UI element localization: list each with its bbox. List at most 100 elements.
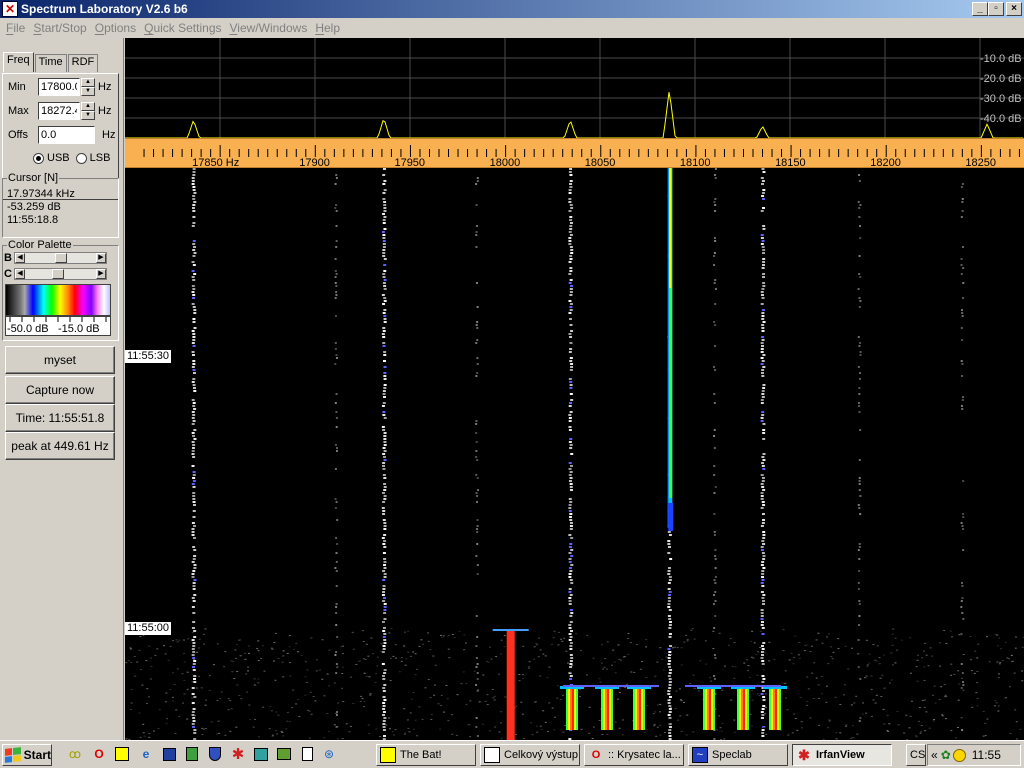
- capture-now-button[interactable]: Capture now: [5, 376, 115, 404]
- task-the-bat[interactable]: The Bat!: [376, 744, 476, 766]
- db-label: -40.0 dB: [980, 113, 1022, 125]
- brightness-slider-row: B ◀ ▶: [4, 251, 107, 265]
- spin-up-icon[interactable]: ▲: [81, 102, 95, 111]
- task-celkovy-vystup[interactable]: Celkový výstup: [480, 744, 580, 766]
- task-label: :: Krysatec la...: [608, 749, 681, 761]
- db-label: -10.0 dB: [980, 53, 1022, 65]
- spectrum-trace: [125, 92, 1023, 138]
- quicklaunch-irfanview-icon[interactable]: ✱: [229, 745, 247, 763]
- quicklaunch-opera-icon[interactable]: O: [90, 745, 108, 763]
- quicklaunch-package-icon[interactable]: [252, 745, 270, 763]
- slider-left-icon[interactable]: ◀: [15, 253, 25, 263]
- min-freq-input[interactable]: [38, 78, 80, 96]
- task-krysatec[interactable]: O :: Krysatec la...: [584, 744, 684, 766]
- time-button[interactable]: Time: 11:55:51.8: [5, 404, 115, 432]
- waterfall[interactable]: [125, 168, 1024, 740]
- quicklaunch-explorer-icon[interactable]: ⊛: [320, 745, 338, 763]
- quicklaunch-frog-icon[interactable]: [275, 745, 293, 763]
- panel-tabs: Freq Time RDF: [3, 52, 99, 72]
- usb-radio[interactable]: USB: [33, 152, 70, 164]
- contrast-slider-row: C ◀ ▶: [4, 267, 107, 281]
- tray-expand-icon[interactable]: «: [931, 748, 938, 762]
- taskbar: Start ꝏ O e ✱ ⊛ The Bat! Celkový výstup …: [0, 740, 1024, 768]
- tab-time[interactable]: Time: [34, 54, 67, 72]
- brightness-label: B: [4, 252, 12, 264]
- quicklaunch-app-icon[interactable]: [183, 745, 201, 763]
- task-label: IrfanView: [816, 749, 865, 761]
- task-overflow[interactable]: CS: [906, 744, 926, 766]
- spin-down-icon[interactable]: ▼: [81, 87, 95, 96]
- offset-input[interactable]: [38, 126, 95, 144]
- menu-quick-settings[interactable]: Quick Settings: [140, 21, 225, 35]
- windows-logo-icon: [5, 747, 21, 763]
- task-irfanview[interactable]: ✱ IrfanView: [792, 744, 892, 766]
- min-freq-spinner[interactable]: ▲ ▼: [81, 78, 95, 96]
- task-speclab[interactable]: ~ Speclab: [688, 744, 788, 766]
- spin-up-icon[interactable]: ▲: [81, 78, 95, 87]
- speclab-icon: ~: [692, 747, 708, 763]
- spin-down-icon[interactable]: ▼: [81, 111, 95, 120]
- db-label: -20.0 dB: [980, 73, 1022, 85]
- close-button[interactable]: ×: [1006, 2, 1022, 16]
- quicklaunch-glasses-icon[interactable]: ꝏ: [66, 745, 84, 763]
- quicklaunch-ie-icon[interactable]: e: [137, 745, 155, 763]
- start-button[interactable]: Start: [2, 744, 52, 766]
- spectrum-display[interactable]: -10.0 dB -20.0 dB -30.0 dB -40.0 dB 17850 H…: [125, 38, 1024, 740]
- maximize-button[interactable]: ▫: [988, 2, 1004, 16]
- tab-rdf[interactable]: RDF: [67, 54, 99, 72]
- tab-freq[interactable]: Freq: [3, 52, 34, 72]
- lsb-radio[interactable]: LSB: [75, 152, 111, 164]
- contrast-label: C: [4, 268, 12, 280]
- tray-network-icon[interactable]: ✿: [941, 748, 951, 762]
- brightness-thumb[interactable]: [54, 253, 67, 263]
- tray-clock[interactable]: 11:55: [972, 748, 1001, 762]
- minimize-button[interactable]: _: [972, 2, 988, 16]
- min-freq-label: Min: [8, 81, 26, 93]
- menu-file[interactable]: File: [2, 21, 29, 35]
- radio-selected-icon: [33, 152, 44, 164]
- waterfall-timestamp: 11:55:30: [125, 350, 172, 363]
- cursor-level: -53.259 dB: [7, 201, 61, 213]
- task-label: Celkový výstup: [504, 749, 578, 761]
- frequency-axis[interactable]: 17850 Hz 17900 17950 18000 18050 18100 18150 18…: [125, 138, 1024, 169]
- quicklaunch-save-icon[interactable]: [160, 745, 178, 763]
- slider-left-icon[interactable]: ◀: [15, 269, 25, 279]
- peak-button[interactable]: peak at 449.61 Hz: [5, 432, 115, 460]
- tray-smiley-icon[interactable]: [952, 748, 966, 762]
- min-freq-unit: Hz: [98, 81, 112, 93]
- color-palette-bar[interactable]: [5, 284, 111, 316]
- opera-icon: O: [591, 749, 601, 761]
- window-controls: _ ▫ ×: [972, 2, 1022, 16]
- irfanview-icon: ✱: [798, 746, 810, 763]
- brightness-slider[interactable]: ◀ ▶: [14, 252, 107, 264]
- cursor-group: Cursor [N] 17.97344 kHz -53.259 dB 11:55…: [2, 172, 119, 238]
- quicklaunch-shield-icon[interactable]: [206, 745, 224, 763]
- document-icon: [484, 747, 500, 763]
- task-label: Speclab: [712, 749, 752, 761]
- palette-max-label: -15.0 dB: [58, 323, 100, 335]
- quicklaunch-speclab-icon[interactable]: [113, 745, 131, 763]
- contrast-slider[interactable]: ◀ ▶: [14, 268, 107, 280]
- window-title: Spectrum Laboratory V2.6 b6: [21, 2, 188, 16]
- color-palette-title: Color Palette: [7, 239, 73, 251]
- contrast-thumb[interactable]: [51, 269, 64, 279]
- lsb-label: LSB: [89, 152, 111, 164]
- palette-scale: -50.0 dB -15.0 dB: [5, 316, 111, 336]
- slider-right-icon[interactable]: ▶: [96, 269, 106, 279]
- menu-options[interactable]: Options: [91, 21, 140, 35]
- spectrum-lab-icon: ✕: [2, 1, 18, 17]
- slider-right-icon[interactable]: ▶: [96, 253, 106, 263]
- max-freq-input[interactable]: [38, 102, 80, 120]
- menu-start-stop[interactable]: Start/Stop: [29, 21, 90, 35]
- quicklaunch-document-icon[interactable]: [298, 745, 316, 763]
- radio-empty-icon: [75, 152, 87, 164]
- spectrum-graph[interactable]: -10.0 dB -20.0 dB -30.0 dB -40.0 dB: [125, 38, 1024, 138]
- max-freq-spinner[interactable]: ▲ ▼: [81, 102, 95, 120]
- offset-unit: Hz: [102, 129, 116, 141]
- menu-help[interactable]: Help: [311, 21, 344, 35]
- menu-bar: File Start/Stop Options Quick Settings V…: [0, 18, 1024, 38]
- myset-button[interactable]: myset: [5, 346, 115, 374]
- start-label: Start: [23, 748, 51, 762]
- menu-view-windows[interactable]: View/Windows: [226, 21, 312, 35]
- task-label: The Bat!: [400, 749, 442, 761]
